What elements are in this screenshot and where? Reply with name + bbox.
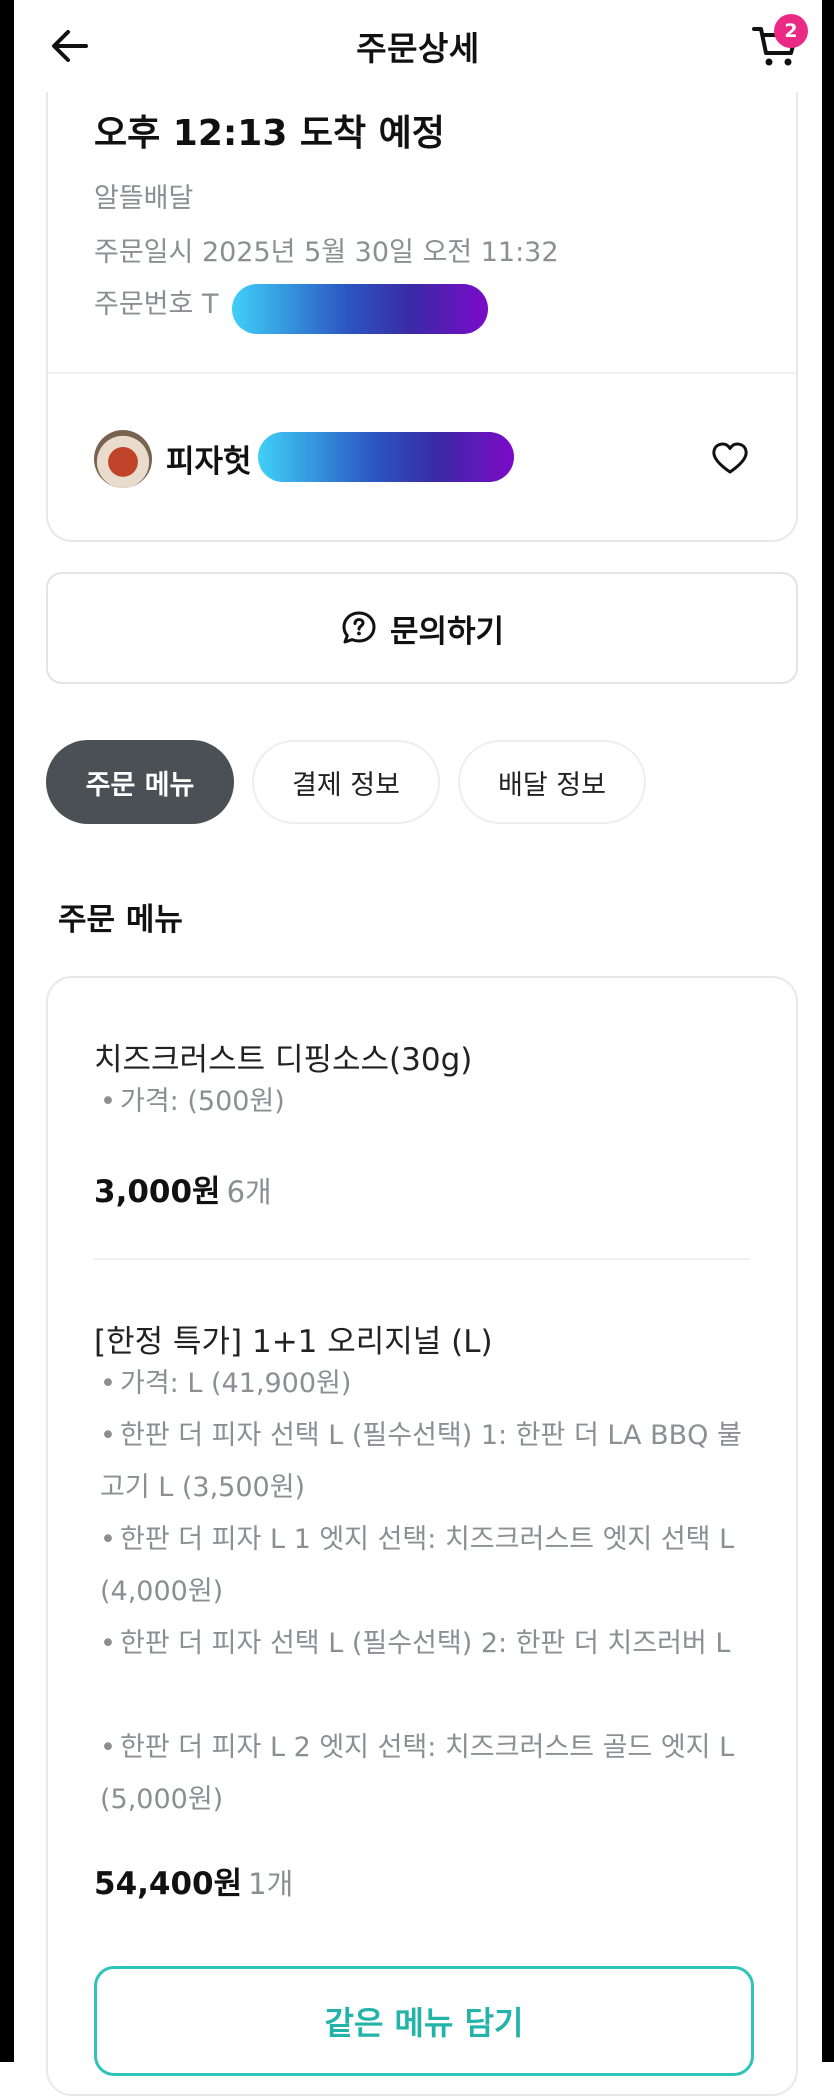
delivery-type: 알뜰배달: [94, 183, 194, 214]
menu-item-option: • 한판 더 피자 선택 L (필수선택) 2: 한판 더 치즈러버 L: [100, 1628, 731, 1659]
tab-order-menu[interactable]: 주문 메뉴: [46, 740, 234, 824]
menu-item-qty: 1개: [248, 1867, 294, 1901]
menu-item-option: • 한판 더 피자 L 1 엣지 선택: 치즈크러스트 엣지 선택 L (4,00…: [100, 1524, 735, 1607]
order-number: 주문번호 T: [94, 289, 219, 320]
item-divider: [94, 1258, 750, 1260]
store-thumbnail: [94, 430, 152, 488]
tab-payment-info[interactable]: 결제 정보: [252, 740, 440, 824]
menu-item-qty: 6개: [226, 1175, 272, 1209]
cart-button[interactable]: 2: [744, 14, 808, 78]
menu-item-option: • 가격: L (41,900원): [100, 1368, 352, 1399]
add-same-menu-button[interactable]: 같은 메뉴 담기: [94, 1966, 754, 2076]
menu-item-option: • 한판 더 피자 선택 L (필수선택) 1: 한판 더 LA BBQ 불고기 …: [100, 1420, 742, 1503]
heart-icon: [712, 442, 748, 474]
redaction-bar: [232, 284, 488, 334]
redaction-bar: [258, 432, 514, 482]
store-name: 피자헛: [166, 444, 252, 480]
menu-item-name: [한정 특가] 1+1 오리지널 (L): [94, 1324, 493, 1360]
menu-item-price: 54,400원 1개: [94, 1866, 294, 1902]
ordered-at: 주문일시 2025년 5월 30일 오전 11:32: [94, 237, 559, 268]
inquiry-button[interactable]: 문의하기: [46, 572, 798, 684]
tab-delivery-info[interactable]: 배달 정보: [458, 740, 646, 824]
inquiry-label: 문의하기: [389, 613, 505, 650]
menu-item-option: • 한판 더 피자 L 2 엣지 선택: 치즈크러스트 골드 엣지 L (5,00…: [100, 1732, 735, 1815]
eta-text: 오후 12:13 도착 예정: [94, 113, 445, 154]
left-edge: [0, 0, 14, 2062]
favorite-button[interactable]: [706, 434, 754, 482]
order-menu-card: 치즈크러스트 디핑소스(30g) • 가격: (500원) 3,000원 6개 [한…: [46, 976, 798, 2096]
section-title: 주문 메뉴: [58, 902, 183, 938]
cart-count-badge: 2: [774, 14, 808, 48]
page-title: 주문상세: [356, 29, 480, 68]
menu-item-option: • 가격: (500원): [100, 1086, 285, 1117]
top-header: 주문상세 2: [14, 0, 822, 92]
menu-item-price: 3,000원 6개: [94, 1174, 272, 1210]
question-bubble-icon: [342, 611, 376, 644]
right-edge: [822, 0, 834, 2062]
menu-item-name: 치즈크러스트 디핑소스(30g): [94, 1042, 473, 1078]
card-divider: [48, 372, 796, 374]
